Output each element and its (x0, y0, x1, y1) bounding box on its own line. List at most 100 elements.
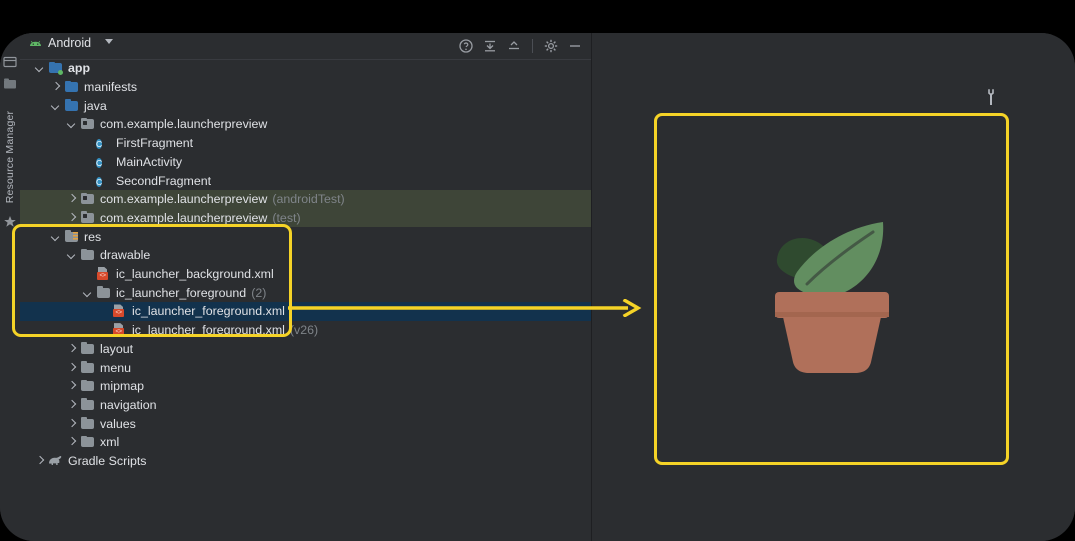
tree-row[interactable]: layout (20, 340, 591, 359)
ide-window: Resource Manager Android (0, 33, 1075, 541)
folder-body-shape (81, 437, 94, 447)
resource-manager-icon[interactable] (3, 77, 17, 91)
tree-row[interactable]: CFirstFragment (20, 134, 591, 153)
tree-row[interactable]: values (20, 414, 591, 433)
res-lines-overlay (73, 232, 78, 241)
xml-badge: <> (113, 328, 124, 336)
tree-row-label: app (68, 61, 90, 75)
chevron-down-icon[interactable] (50, 231, 61, 242)
chevron-right-icon[interactable] (50, 82, 61, 93)
tree-row-label: ic_launcher_background.xml (116, 267, 274, 281)
tree-row-label: values (100, 417, 136, 431)
tree-row-suffix: (2) (251, 286, 266, 300)
tree-row[interactable]: manifests (20, 78, 591, 97)
folder-gray-icon (80, 379, 95, 393)
tree-row-label: drawable (100, 248, 150, 262)
chevron-right-icon[interactable] (66, 437, 77, 448)
chevron-down-icon[interactable] (105, 39, 113, 44)
chevron-right-icon[interactable] (66, 343, 77, 354)
tree-row-suffix: (androidTest) (272, 192, 344, 206)
tree-toggle-spacer (82, 156, 93, 167)
expand-all-icon[interactable] (506, 38, 522, 54)
gradle-elephant-icon (48, 454, 63, 468)
folder-gray-icon (80, 398, 95, 412)
tree-row[interactable]: ic_launcher_foreground(2) (20, 283, 591, 302)
chevron-right-icon[interactable] (66, 212, 77, 223)
tree-row[interactable]: com.example.launcherpreview(test) (20, 209, 591, 228)
bookmarks-icon[interactable] (3, 215, 17, 229)
tree-toggle-spacer (98, 325, 109, 336)
tree-row[interactable]: xml (20, 433, 591, 452)
preview-panel (592, 33, 1075, 541)
chevron-down-icon[interactable] (66, 250, 77, 261)
folder-body-shape (81, 400, 94, 410)
tree-toggle-spacer (82, 138, 93, 149)
module-status-dot (58, 70, 63, 75)
tree-row[interactable]: <>ic_launcher_foreground.xml(v26) (20, 321, 591, 340)
hide-panel-icon[interactable] (567, 38, 583, 54)
tree-row[interactable]: navigation (20, 396, 591, 415)
chevron-down-icon[interactable] (50, 100, 61, 111)
tree-row[interactable]: java (20, 96, 591, 115)
package-marker (83, 196, 87, 200)
folder-body-shape (65, 101, 78, 111)
java-class-icon: C (96, 155, 111, 169)
project-icon[interactable] (3, 55, 17, 69)
chevron-right-icon[interactable] (66, 381, 77, 392)
chevron-right-icon[interactable] (66, 194, 77, 205)
project-tree-toolbar (458, 35, 583, 57)
xml-badge: <> (113, 309, 124, 317)
package-folder-icon (80, 192, 95, 206)
tree-row[interactable]: mipmap (20, 377, 591, 396)
chevron-down-icon[interactable] (66, 119, 77, 130)
folder-body-shape (81, 250, 94, 260)
tree-row[interactable]: res (20, 227, 591, 246)
tree-row-label: ic_launcher_foreground.xml (132, 323, 285, 337)
tree-row[interactable]: app (20, 59, 591, 78)
tree-row-label: com.example.launcherpreview (100, 192, 267, 206)
tree-row[interactable]: CSecondFragment (20, 171, 591, 190)
tree-row-label: mipmap (100, 379, 144, 393)
folder-gray-icon (80, 435, 95, 449)
class-glyph: C (96, 139, 102, 149)
tree-row-label: xml (100, 435, 119, 449)
wrench-icon[interactable] (984, 88, 998, 106)
tree-row-label: res (84, 230, 101, 244)
tree-row[interactable]: <>ic_launcher_foreground.xml (20, 302, 591, 321)
folder-body-shape (97, 288, 110, 298)
chevron-right-icon[interactable] (66, 399, 77, 410)
tree-row-label: layout (100, 342, 133, 356)
tree-row[interactable]: CMainActivity (20, 153, 591, 172)
package-folder-icon (80, 211, 95, 225)
project-view-title[interactable]: Android (48, 33, 91, 53)
chevron-right-icon[interactable] (66, 418, 77, 429)
screenshot-root: Resource Manager Android (0, 0, 1075, 541)
folder-body-shape (81, 363, 94, 373)
toolbar-divider (532, 39, 533, 53)
tree-row[interactable]: menu (20, 358, 591, 377)
chevron-right-icon[interactable] (34, 456, 45, 467)
android-logo-icon (29, 37, 42, 47)
tree-row-label: manifests (84, 80, 137, 94)
tree-row[interactable]: drawable (20, 246, 591, 265)
class-glyph: C (96, 158, 102, 168)
chevron-down-icon[interactable] (82, 287, 93, 298)
module-folder-icon (48, 61, 63, 75)
settings-icon[interactable] (543, 38, 559, 54)
folder-gray-icon (96, 286, 111, 300)
resource-manager-label: Resource Manager (4, 107, 16, 207)
tree-row-label: SecondFragment (116, 174, 211, 188)
tree-row-label: Gradle Scripts (68, 454, 147, 468)
chevron-right-icon[interactable] (66, 362, 77, 373)
tree-row[interactable]: com.example.launcherpreview (androidTest) (20, 190, 591, 209)
chevron-down-icon[interactable] (34, 63, 45, 74)
tree-row[interactable]: com.example.launcherpreview (20, 115, 591, 134)
tree-row[interactable]: <>ic_launcher_background.xml (20, 265, 591, 284)
package-marker (83, 214, 87, 218)
collapse-all-icon[interactable] (482, 38, 498, 54)
tree-row[interactable]: Gradle Scripts (20, 452, 591, 471)
help-icon[interactable] (458, 38, 474, 54)
folder-gray-icon (80, 417, 95, 431)
launcher-preview-box[interactable] (654, 113, 1009, 465)
tree-toggle-spacer (82, 175, 93, 186)
